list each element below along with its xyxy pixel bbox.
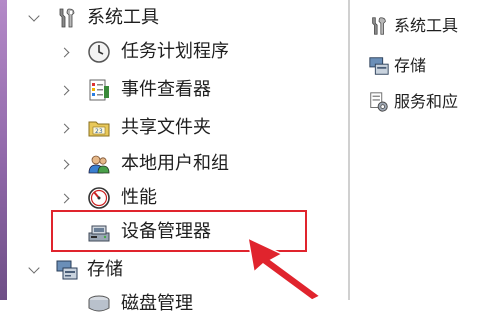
tree-node-performance[interactable]: 性能 [7,184,337,212]
chevron-right-icon[interactable] [59,191,73,205]
list-item-label: 存储 [394,56,427,75]
tree-node-event-viewer[interactable]: 事件查看器 [7,76,337,104]
tools-icon [55,6,79,30]
chevron-down-icon[interactable] [27,11,41,25]
tree-node-system-tools[interactable]: 系统工具 [7,4,337,32]
tree-node-label: 本地用户和组 [121,153,229,174]
tree-node-label: 磁盘管理 [121,293,193,314]
chevron-down-icon[interactable] [27,263,41,277]
list-item-label: 服务和应 [394,92,459,111]
list-item-storage[interactable]: 存储 [368,54,426,78]
storage-icon [55,258,79,282]
chevron-right-icon[interactable] [59,83,73,97]
tree-node-task-scheduler[interactable]: 任务计划程序 [7,38,337,66]
clock-icon [87,40,111,64]
tree-node-label: 任务计划程序 [121,41,229,62]
list-item-label: 系统工具 [394,16,459,35]
list-item-system-tools[interactable]: 系统工具 [368,14,458,38]
shared-folder-icon: 23 [87,116,111,140]
services-icon [368,91,390,113]
arrow-shape [247,236,322,301]
tree-node-shared-folders[interactable]: 23 共享文件夹 [7,114,337,142]
disk-icon [87,292,111,316]
svg-text:23: 23 [95,128,103,135]
annotation-arrow [238,236,328,301]
list-item-services-apps[interactable]: 服务和应 [368,90,458,114]
chevron-right-icon[interactable] [59,157,73,171]
tree-node-label: 性能 [121,187,157,208]
tree-node-label: 事件查看器 [121,79,211,100]
tools-icon [368,15,390,37]
users-icon [87,152,111,176]
tree-node-label: 存储 [87,259,123,280]
performance-icon [87,186,111,210]
results-pane: 系统工具 存储 服务和应 [350,0,480,300]
window-left-edge [0,0,7,300]
chevron-right-icon[interactable] [59,121,73,135]
chevron-right-icon[interactable] [59,45,73,59]
tree-node-local-users-groups[interactable]: 本地用户和组 [7,150,337,178]
event-log-icon [87,78,111,102]
tree-node-label: 系统工具 [87,7,159,28]
tree-node-label: 共享文件夹 [121,117,211,138]
storage-icon [368,55,390,77]
